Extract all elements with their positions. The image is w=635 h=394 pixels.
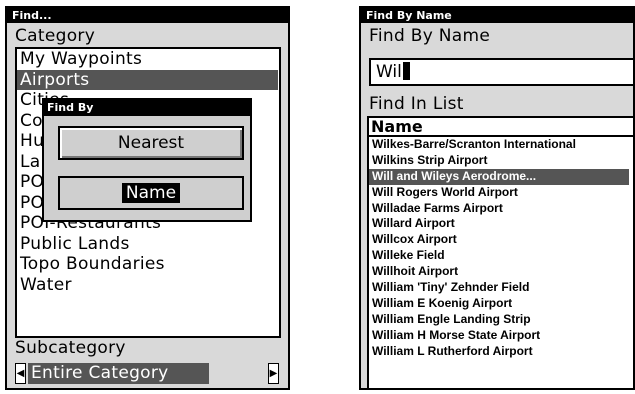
name-column-header: Name (369, 118, 633, 137)
result-row[interactable]: Willadae Farms Airport (369, 201, 633, 217)
category-item[interactable]: Airports (17, 69, 278, 90)
nearest-button-label: Nearest (117, 133, 185, 153)
popup-title: Find By (44, 100, 250, 116)
nearest-button[interactable]: Nearest (58, 126, 244, 160)
name-button[interactable]: Name (58, 176, 244, 210)
subcategory-heading: Subcategory (15, 338, 126, 358)
category-heading: Category (15, 26, 96, 46)
find-in-list-heading: Find In List (369, 94, 464, 114)
result-row[interactable]: Willhoit Airport (369, 264, 633, 280)
window-title: Find By Name (361, 8, 633, 23)
category-item[interactable]: Water (17, 275, 279, 296)
results-list[interactable]: Name Wilkes-Barre/Scranton International… (367, 116, 633, 388)
text-cursor (402, 62, 410, 80)
result-row[interactable]: Willeke Field (369, 248, 633, 264)
find-category-screen: Find... Category My WaypointsAirportsCit… (5, 6, 290, 390)
find-by-popup: Find By Nearest Name (42, 98, 252, 222)
result-row[interactable]: Will and Wileys Aerodrome... (369, 168, 629, 185)
subcategory-selector[interactable]: ◀ Entire Category ▶ (15, 363, 285, 384)
result-row[interactable]: Willcox Airport (369, 232, 633, 248)
result-row[interactable]: Wilkins Strip Airport (369, 153, 633, 169)
result-row[interactable]: William Engle Landing Strip (369, 312, 633, 328)
find-by-name-heading: Find By Name (369, 26, 491, 46)
result-row[interactable]: Will Rogers World Airport (369, 185, 633, 201)
left-arrow-icon[interactable]: ◀ (15, 363, 26, 384)
result-row[interactable]: William H Morse State Airport (369, 328, 633, 344)
right-arrow-icon[interactable]: ▶ (268, 363, 279, 384)
find-by-name-screen: Find By Name Find By Name Wil Find In Li… (359, 6, 635, 390)
category-item[interactable]: Topo Boundaries (17, 254, 279, 275)
subcategory-value[interactable]: Entire Category (28, 363, 209, 384)
result-row[interactable]: William E Koenig Airport (369, 296, 633, 312)
name-button-label: Name (121, 183, 181, 203)
result-row[interactable]: Wilkes-Barre/Scranton International (369, 137, 633, 153)
result-row[interactable]: William 'Tiny' Zehnder Field (369, 280, 633, 296)
search-input-value: Wil (376, 62, 402, 82)
result-row[interactable]: William L Rutherford Airport (369, 344, 633, 360)
category-item[interactable]: Public Lands (17, 234, 279, 255)
category-item[interactable]: My Waypoints (17, 49, 279, 70)
search-input[interactable]: Wil (369, 58, 633, 86)
window-title: Find... (7, 8, 288, 23)
result-row[interactable]: Willard Airport (369, 216, 633, 232)
